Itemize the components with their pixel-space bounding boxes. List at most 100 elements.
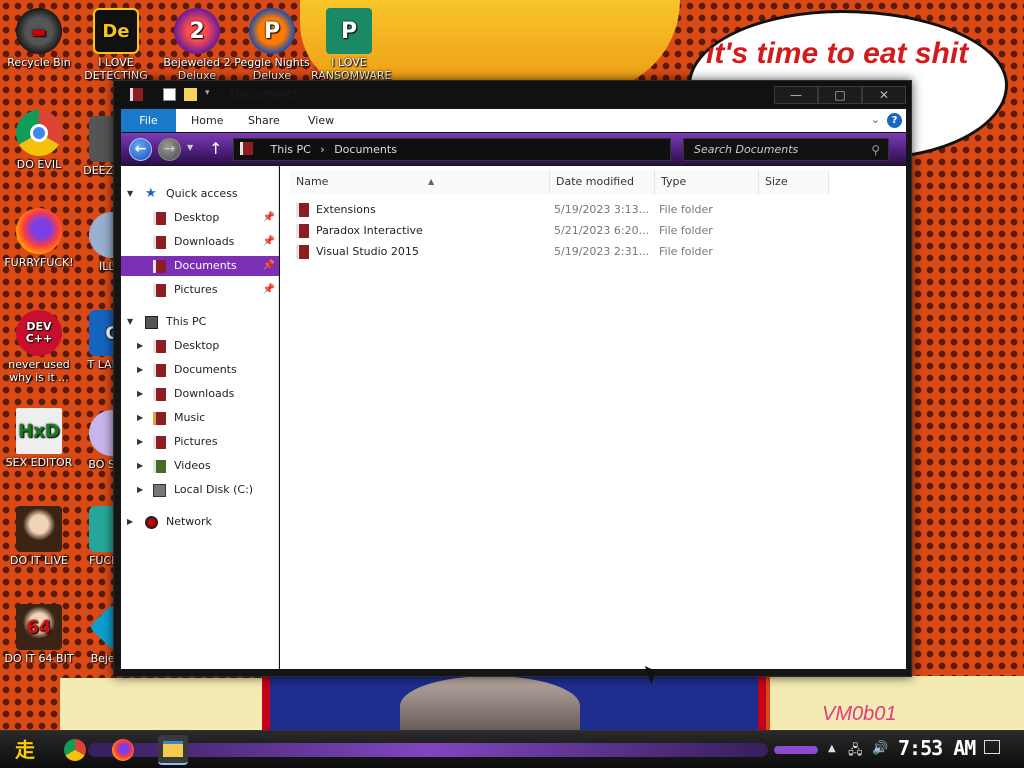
- tree-network[interactable]: ▶ Network: [121, 512, 279, 532]
- expand-icon[interactable]: ▶: [137, 336, 143, 356]
- de-icon: De: [93, 8, 139, 54]
- file-row[interactable]: Paradox Interactive 5/21/2023 6:20... Fi…: [296, 221, 900, 241]
- column-header-date[interactable]: Date modified: [550, 170, 655, 194]
- minimize-button[interactable]: —: [774, 86, 818, 104]
- network-icon: [145, 516, 158, 529]
- pin-icon: 📌: [262, 212, 275, 223]
- taskbar-chrome[interactable]: [60, 735, 90, 765]
- tree-qa-downloads[interactable]: Downloads 📌: [121, 232, 279, 252]
- expand-ribbon-icon[interactable]: ⌄: [871, 113, 880, 126]
- show-hidden-icons[interactable]: ▲: [828, 743, 836, 754]
- column-header-type[interactable]: Type: [655, 170, 759, 194]
- title-bar[interactable]: ▾ Documents — □ ✕: [114, 81, 911, 108]
- tree-quick-access[interactable]: ▼ ★ Quick access: [121, 184, 279, 204]
- tab-view[interactable]: View: [296, 109, 346, 132]
- file-list: Name ▲ Date modified Type Size Extension…: [280, 166, 906, 745]
- tree-pc-desktop[interactable]: ▶ Desktop: [121, 336, 279, 356]
- tree-pc-pictures[interactable]: ▶ Pictures: [121, 432, 279, 452]
- tree-pc-documents[interactable]: ▶ Documents: [121, 360, 279, 380]
- portrait-icon: [16, 506, 62, 552]
- window-title: Documents: [230, 87, 299, 101]
- column-header-name[interactable]: Name ▲: [290, 170, 550, 194]
- desktop-icon-chrome[interactable]: DO EVIL: [1, 110, 77, 171]
- desktop-icon-bejeweled[interactable]: 2 Bejeweled 2 Deluxe: [159, 8, 235, 82]
- tab-share[interactable]: Share: [236, 109, 292, 132]
- desktop-icon-hxd[interactable]: HxD SEX EDITOR: [1, 408, 77, 469]
- customize-toolbar-icon[interactable]: ▾: [205, 88, 218, 101]
- tree-pc-music[interactable]: ▶ Music: [121, 408, 279, 428]
- forward-button[interactable]: →: [158, 138, 181, 161]
- notification-icon[interactable]: [984, 740, 1000, 754]
- navigation-pane: ▼ ★ Quick access Desktop 📌 Downloads 📌 D…: [121, 166, 279, 669]
- taskbar: 走 ▲ 🖧 🔊 7:53 AM: [0, 730, 1024, 768]
- address-bar[interactable]: This PC › Documents: [233, 138, 671, 161]
- file-row[interactable]: Visual Studio 2015 5/19/2023 2:31... Fil…: [296, 242, 900, 262]
- chrome-icon: [16, 110, 62, 156]
- tree-qa-desktop[interactable]: Desktop 📌: [121, 208, 279, 228]
- tab-home[interactable]: Home: [179, 109, 235, 132]
- pictures-folder-icon: [153, 436, 166, 449]
- star-icon: ★: [145, 186, 157, 201]
- tree-qa-documents[interactable]: Documents 📌: [121, 256, 279, 276]
- folder-icon: [153, 236, 166, 249]
- pin-icon: 📌: [262, 260, 275, 271]
- wallpaper-watermark: VM0b01: [822, 703, 897, 725]
- expand-icon[interactable]: ▶: [137, 456, 143, 476]
- properties-icon[interactable]: [163, 88, 176, 101]
- chrome-icon: [64, 739, 86, 761]
- desktop-icon-ransomware[interactable]: P I LOVE RANSOMWARE: [311, 8, 391, 82]
- breadcrumb-documents[interactable]: Documents: [334, 143, 397, 156]
- tree-pc-local-disk[interactable]: ▶ Local Disk (C:): [121, 480, 279, 500]
- back-button[interactable]: ←: [129, 138, 152, 161]
- clock[interactable]: 7:53 AM: [898, 736, 976, 760]
- folder-icon: [153, 260, 166, 273]
- pin-icon: 📌: [262, 236, 275, 247]
- help-icon[interactable]: ?: [887, 113, 902, 128]
- computer-icon: [145, 316, 158, 329]
- volume-icon[interactable]: 🔊: [872, 741, 888, 756]
- folder-icon: [153, 340, 166, 353]
- desktop-icon-devcpp[interactable]: DEV C++ never used why is it ...: [1, 310, 77, 384]
- search-input[interactable]: Search Documents ⚲: [683, 138, 889, 161]
- desktop-icon-peggle[interactable]: P Peggle Nights Deluxe: [234, 8, 310, 82]
- breadcrumb-this-pc[interactable]: This PC: [271, 143, 311, 156]
- desktop-icon-detecting[interactable]: De I LOVE DETECTING: [78, 8, 154, 82]
- recent-locations-dropdown[interactable]: ▼: [187, 143, 193, 152]
- expand-icon[interactable]: ▶: [137, 360, 143, 380]
- up-button[interactable]: ↑: [209, 139, 222, 158]
- desktop-icon-recycle-bin[interactable]: ▬ Recycle Bin: [1, 8, 77, 69]
- videos-folder-icon: [153, 460, 166, 473]
- start-button[interactable]: 走: [10, 736, 40, 764]
- expand-icon[interactable]: ▶: [127, 512, 133, 532]
- search-icon[interactable]: ⚲: [871, 140, 880, 161]
- expand-icon[interactable]: ▶: [137, 432, 143, 452]
- publisher-icon: P: [326, 8, 372, 54]
- explorer-window[interactable]: ▾ Documents — □ ✕ File Home Share View ⌄…: [113, 80, 912, 745]
- expand-icon[interactable]: ▶: [137, 384, 143, 404]
- desktop-icon-firefox[interactable]: FURRYFUCK!: [1, 208, 77, 269]
- tree-pc-downloads[interactable]: ▶ Downloads: [121, 384, 279, 404]
- collapse-icon[interactable]: ▼: [127, 312, 133, 332]
- tree-qa-pictures[interactable]: Pictures 📌: [121, 280, 279, 300]
- column-header-size[interactable]: Size: [759, 170, 829, 194]
- folder-icon: [163, 741, 183, 757]
- close-button[interactable]: ✕: [862, 86, 906, 104]
- devcpp-icon: DEV C++: [16, 310, 62, 356]
- expand-icon[interactable]: ▶: [137, 480, 143, 500]
- network-tray-icon[interactable]: 🖧: [848, 741, 863, 763]
- firefox-icon: [112, 739, 134, 761]
- desktop-icon-portrait-64[interactable]: 64 DO IT 64 BIT: [1, 604, 77, 665]
- folder-icon: [153, 212, 166, 225]
- expand-icon[interactable]: ▶: [137, 408, 143, 428]
- tray-decoration: [774, 746, 818, 754]
- new-folder-icon[interactable]: [184, 88, 197, 101]
- taskbar-firefox[interactable]: [108, 735, 138, 765]
- collapse-icon[interactable]: ▼: [127, 184, 133, 204]
- tab-file[interactable]: File: [121, 109, 176, 132]
- taskbar-file-explorer[interactable]: [158, 735, 188, 765]
- tree-pc-videos[interactable]: ▶ Videos: [121, 456, 279, 476]
- tree-this-pc[interactable]: ▼ This PC: [121, 312, 279, 332]
- desktop-icon-portrait[interactable]: DO IT LIVE: [1, 506, 77, 567]
- file-row[interactable]: Extensions 5/19/2023 3:13... File folder: [296, 200, 900, 220]
- maximize-button[interactable]: □: [818, 86, 862, 104]
